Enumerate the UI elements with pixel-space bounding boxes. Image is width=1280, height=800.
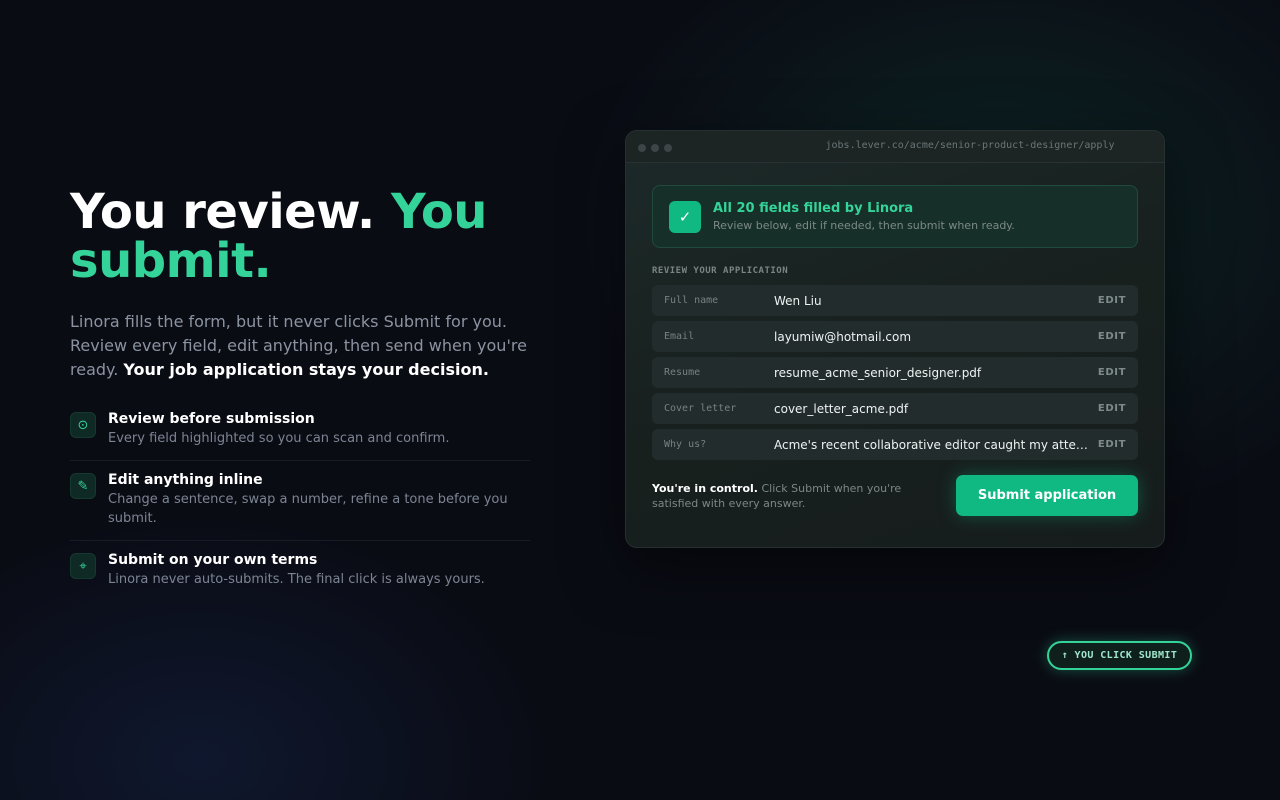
field-row-cover-letter: Cover letter cover_letter_acme.pdf EDIT xyxy=(652,393,1138,424)
banner-subtitle: Review below, edit if needed, then submi… xyxy=(713,219,1015,232)
feature-desc: Every field highlighted so you can scan … xyxy=(108,431,450,446)
feature-title: Submit on your own terms xyxy=(108,552,318,568)
field-value: cover_letter_acme.pdf xyxy=(774,401,909,416)
edit-button[interactable]: EDIT xyxy=(1098,331,1126,342)
fill-status-banner: ✓ All 20 fields filled by Linora Review … xyxy=(652,185,1138,248)
feature-item-edit: ✎ Edit anything inline Change a sentence… xyxy=(70,461,530,541)
window-dot-icon[interactable] xyxy=(651,144,659,152)
headline-accent-1: You xyxy=(390,184,488,240)
feature-desc: Linora never auto-submits. The final cli… xyxy=(108,572,485,587)
window-dot-icon[interactable] xyxy=(664,144,672,152)
hero-subtext: Linora fills the form, but it never clic… xyxy=(70,310,540,382)
edit-button[interactable]: EDIT xyxy=(1098,295,1126,306)
pencil-icon: ✎ xyxy=(70,473,96,499)
window-controls xyxy=(638,144,677,152)
field-label: Full name xyxy=(664,295,719,306)
feature-item-submit: ⌖ Submit on your own terms Linora never … xyxy=(70,541,530,601)
field-value: Acme's recent collaborative editor caugh… xyxy=(774,437,1098,452)
field-row-email: Email layumiw@hotmail.com EDIT xyxy=(652,321,1138,352)
field-row-why-us: Why us? Acme's recent collaborative edit… xyxy=(652,429,1138,460)
field-value: Wen Liu xyxy=(774,293,822,308)
field-row-resume: Resume resume_acme_senior_designer.pdf E… xyxy=(652,357,1138,388)
subtext-bold: Your job application stays your decision… xyxy=(123,360,489,379)
field-label: Why us? xyxy=(664,439,707,450)
review-field-list: Full name Wen Liu EDIT Email layumiw@hot… xyxy=(652,285,1138,460)
submit-application-button[interactable]: Submit application xyxy=(956,475,1138,516)
feature-item-review: ⊙ Review before submission Every field h… xyxy=(70,410,530,461)
edit-button[interactable]: EDIT xyxy=(1098,367,1126,378)
feature-title: Edit anything inline xyxy=(108,472,263,488)
browser-window: jobs.lever.co/acme/senior-product-design… xyxy=(625,130,1165,548)
headline-accent-2: submit. xyxy=(70,233,272,289)
field-label: Email xyxy=(664,331,695,342)
feature-list: ⊙ Review before submission Every field h… xyxy=(70,410,530,601)
edit-button[interactable]: EDIT xyxy=(1098,439,1126,450)
control-note: You're in control. Click Submit when you… xyxy=(652,481,927,511)
submit-footer: You're in control. Click Submit when you… xyxy=(652,475,1138,516)
hero-headline: You review. You submit. xyxy=(70,188,540,286)
field-value: resume_acme_senior_designer.pdf xyxy=(774,365,982,380)
address-bar[interactable]: jobs.lever.co/acme/senior-product-design… xyxy=(776,140,1164,151)
crosshair-icon: ⌖ xyxy=(70,553,96,579)
field-label: Cover letter xyxy=(664,403,737,414)
field-value: layumiw@hotmail.com xyxy=(774,329,912,344)
field-row-full-name: Full name Wen Liu EDIT xyxy=(652,285,1138,316)
section-label: REVIEW YOUR APPLICATION xyxy=(652,266,789,276)
headline-white: You review. xyxy=(70,184,375,240)
window-titlebar: jobs.lever.co/acme/senior-product-design… xyxy=(626,131,1164,163)
edit-button[interactable]: EDIT xyxy=(1098,403,1126,414)
window-content: ✓ All 20 fields filled by Linora Review … xyxy=(626,163,1164,516)
field-label: Resume xyxy=(664,367,701,378)
feature-title: Review before submission xyxy=(108,411,315,427)
banner-title: All 20 fields filled by Linora xyxy=(713,201,914,216)
check-icon: ✓ xyxy=(669,200,701,233)
you-click-submit-badge: ↑ YOU CLICK SUBMIT xyxy=(1047,641,1192,670)
hero-section: You review. You submit. Linora fills the… xyxy=(70,188,540,601)
target-icon: ⊙ xyxy=(70,412,96,438)
window-dot-icon[interactable] xyxy=(638,144,646,152)
control-note-bold: You're in control. xyxy=(652,481,758,495)
feature-desc: Change a sentence, swap a number, refine… xyxy=(108,492,508,526)
